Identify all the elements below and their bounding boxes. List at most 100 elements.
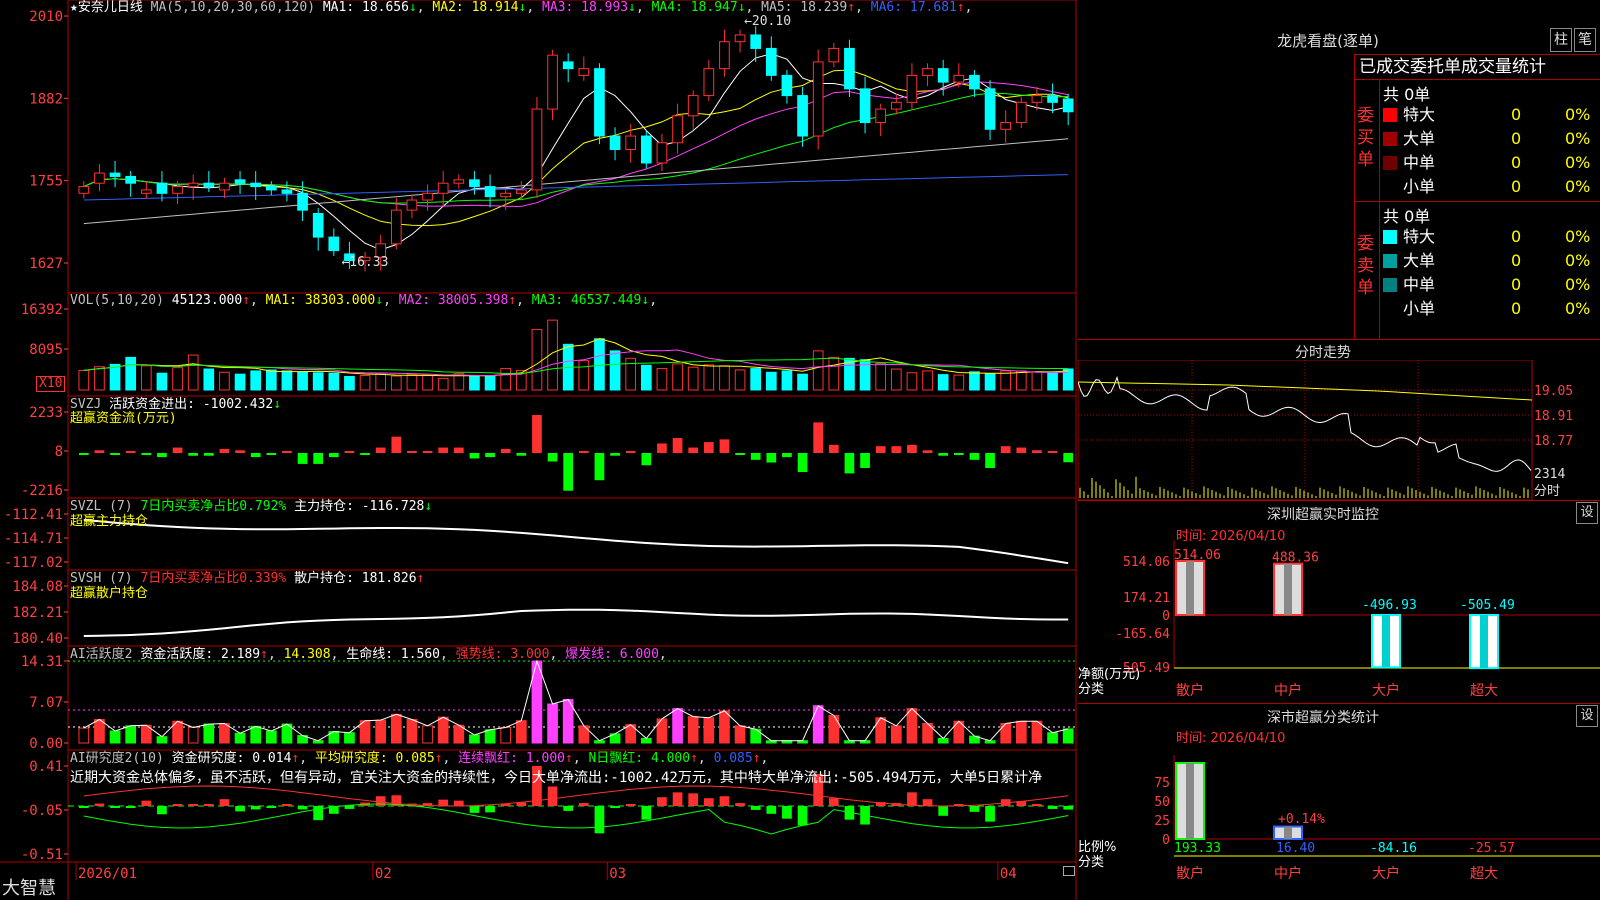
- vol-bar: [734, 369, 746, 391]
- order-count: 0: [1511, 251, 1522, 270]
- vol-legend: 45123.000↑, MA1: 38303.000↓, MA2: 38005.…: [172, 293, 657, 308]
- candle-body: [719, 41, 730, 70]
- candle-body: [969, 74, 980, 90]
- classify-settings-button[interactable]: 设: [1576, 705, 1598, 727]
- vol-arrow-0: ↑: [242, 293, 251, 308]
- svzj-bar: [578, 451, 589, 453]
- order-count: 0: [1511, 153, 1522, 172]
- vol-bar: [656, 368, 668, 391]
- svzj-bar: [625, 451, 636, 453]
- vol-value-0: 45123.000: [171, 293, 243, 308]
- ma-line-6: [83, 174, 1069, 201]
- sep: ,: [855, 0, 863, 15]
- candle-body: [937, 68, 949, 83]
- intraday-chart[interactable]: 19.05 18.91 18.77 2314 分时: [1078, 360, 1600, 500]
- ai-active-bar: [234, 732, 246, 744]
- order-pct: 0%: [1565, 251, 1591, 270]
- order-count: 0: [1511, 129, 1522, 148]
- svzj-bar: [110, 453, 120, 455]
- svzj-bar: [313, 453, 324, 464]
- svsh-tick-1: 182.21: [12, 605, 63, 621]
- ai-active-bar: [640, 737, 652, 744]
- svzl-tick-0: -112.41: [4, 507, 63, 523]
- price-tick-2: 1755: [29, 174, 63, 190]
- order-type: 特大: [1403, 227, 1436, 246]
- svzj-bar: [969, 453, 980, 460]
- vol-bar: [781, 370, 793, 391]
- candle-body: [140, 189, 152, 194]
- svzj-bar: [875, 446, 886, 453]
- svzl-arrow: ↓: [424, 499, 433, 514]
- ai-active-bar: [406, 719, 418, 744]
- ai-active-bar: [484, 729, 496, 744]
- candle-body: [1015, 101, 1027, 124]
- monitor-settings-button[interactable]: 设: [1576, 502, 1598, 524]
- ai-active-bar: [219, 723, 230, 744]
- classify-ylabel: 比例% 分类: [1078, 840, 1117, 870]
- vol-bar: [765, 371, 777, 391]
- svzj-bar: [844, 453, 855, 474]
- vol-bar: [594, 338, 605, 391]
- svzj-bar: [657, 443, 667, 453]
- svzl-header: SVZL (7) 7日内买卖净占比0.792% 主力持仓: -116.728↓: [70, 499, 433, 514]
- order-type: 特大: [1403, 105, 1436, 124]
- order-type: 大单: [1403, 251, 1436, 270]
- ai-research-bar: [657, 797, 667, 806]
- buy-rows: 特大 0 0% 大单 0 0% 中单 0 0% 小单 0 0%: [1383, 103, 1600, 199]
- ai-research-bar: [469, 806, 480, 813]
- ai-research-bar: [578, 803, 589, 806]
- lock-icon[interactable]: [1063, 866, 1075, 876]
- vol-bar: [250, 370, 262, 391]
- vol-bar: [109, 363, 121, 391]
- vol-label: VOL(5,10,20): [70, 293, 164, 308]
- candle-body: [547, 54, 558, 110]
- vol-bar: [281, 370, 293, 391]
- order-count: 0: [1511, 105, 1522, 124]
- svzj-bar: [610, 453, 620, 456]
- monitor-tick-1: 174.21: [1123, 591, 1170, 606]
- aires-tick-0: 0.41: [29, 759, 63, 775]
- vol-bar: [922, 370, 933, 391]
- vol-header: VOL(5,10,20) 45123.000↑, MA1: 38303.000↓…: [70, 293, 657, 309]
- ai-research-items: 资金研究度: 0.014↑, 平均研究度: 0.085↑, 连续飘红: 1.00…: [172, 751, 769, 766]
- svzj-bar: [532, 415, 542, 453]
- sell-rows: 特大 0 0% 大单 0 0% 中单 0 0% 小单 0 0%: [1383, 225, 1600, 321]
- arrow: ↑: [752, 751, 761, 766]
- right-panel: 龙虎看盘(逐单) 柱 笔 已成交委托单成交量统计 委买单 共 0单 特大 0 0% 大…: [1078, 0, 1600, 900]
- vol-bar: [531, 328, 543, 391]
- ai-research-bar: [266, 806, 277, 808]
- svzj-bar: [1032, 450, 1042, 453]
- candle-body: [844, 47, 855, 90]
- vol-bar: [500, 368, 512, 391]
- sep: ,: [760, 751, 769, 766]
- ai-active-bar: [437, 716, 449, 744]
- arrow: ↑: [564, 751, 573, 766]
- classify-tick-3: 0: [1162, 833, 1170, 848]
- svzj-bar: [547, 453, 558, 462]
- svzj-bar: [641, 453, 652, 466]
- ai-research-bar: [157, 806, 167, 815]
- sell-side-label: 委卖单: [1357, 234, 1374, 298]
- vol-bar: [890, 368, 902, 391]
- color-swatch: [1383, 302, 1397, 316]
- vol-bar: [906, 372, 918, 391]
- ai-active-bar: [469, 734, 480, 744]
- svzj-bar: [188, 453, 199, 456]
- vol-bar: [1000, 370, 1012, 391]
- order-row-1: 大单 0 0%: [1383, 249, 1600, 273]
- monitor-tick-3: -165.64: [1115, 627, 1170, 642]
- svzj-bar: [985, 453, 995, 468]
- ai-research-bar: [735, 803, 745, 806]
- vol-bar: [297, 371, 308, 391]
- ai-research-bar: [1047, 806, 1058, 809]
- ma-value-4: MA4: 18.947: [643, 0, 738, 15]
- ai-active-bar: [344, 732, 355, 744]
- candle-body: [562, 61, 574, 70]
- tick-mode-button[interactable]: 笔: [1574, 28, 1596, 52]
- column-mode-button[interactable]: 柱: [1550, 28, 1572, 52]
- classify-chart: 75 50 25 0 193.33 散户 16.40 中户 -84.16 大户 -25.57 超大 +0…: [1154, 755, 1600, 882]
- candle-body: [453, 179, 465, 184]
- classify-bar-label-2: -84.16: [1370, 841, 1417, 856]
- ai-active-bar: [515, 720, 527, 744]
- dragon-tiger-title: 龙虎看盘(逐单): [1277, 32, 1379, 50]
